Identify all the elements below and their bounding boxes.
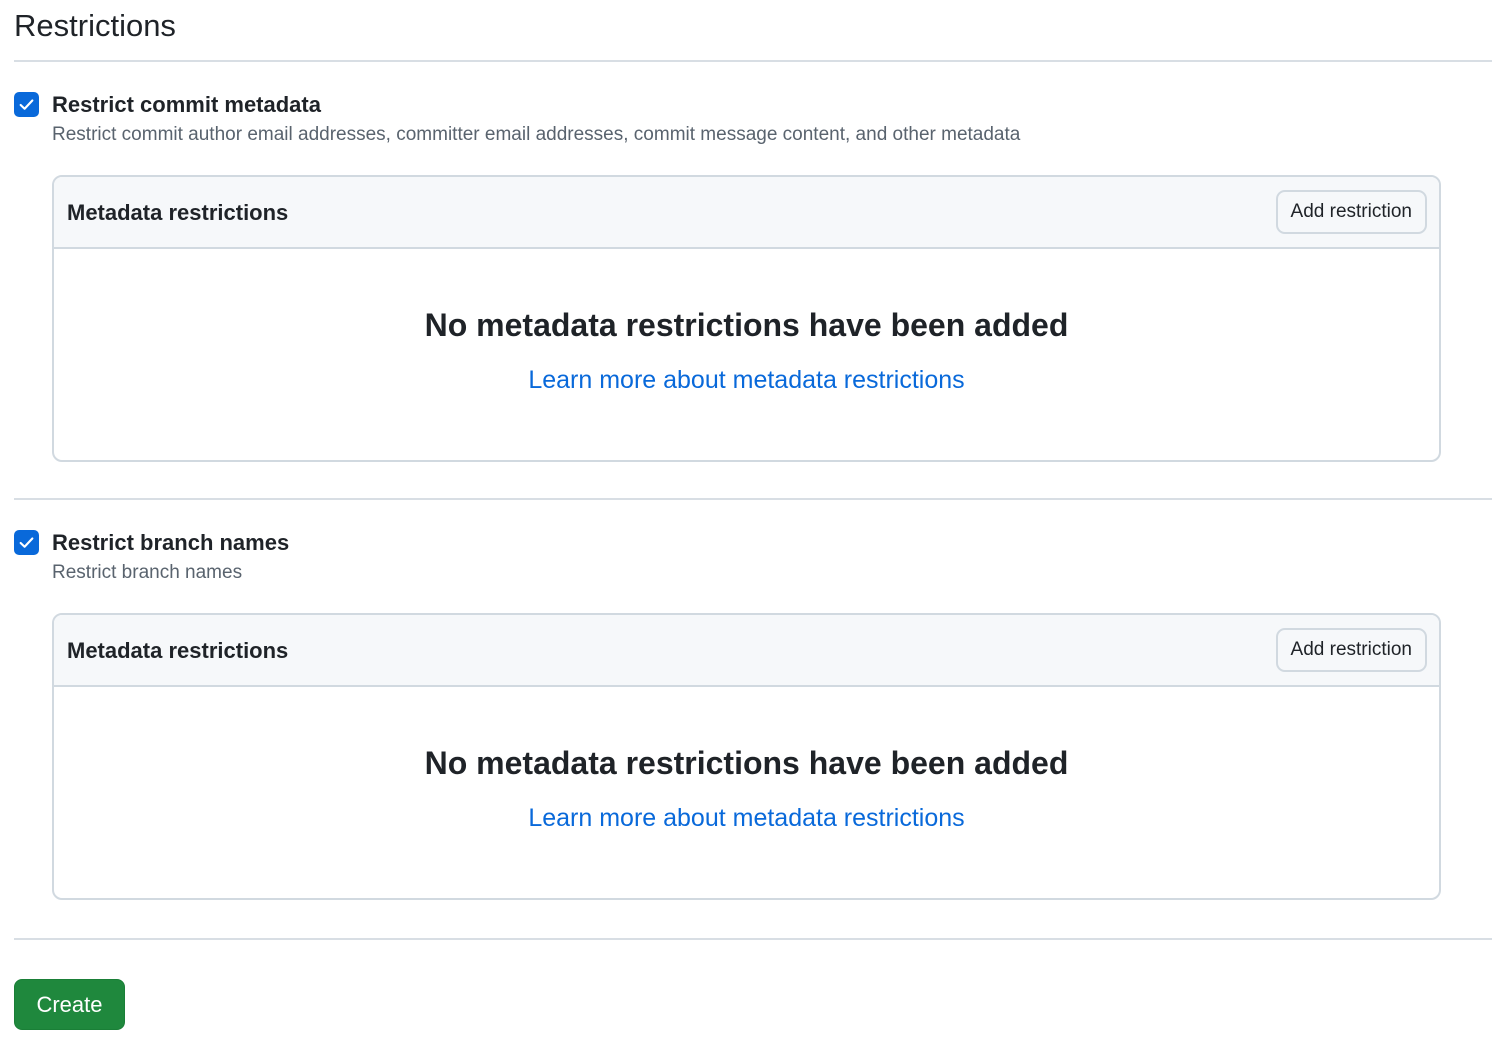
rule-restrict-branch-names: Restrict branch names Restrict branch na… [14, 528, 1492, 900]
footer-divider [14, 938, 1492, 940]
box-header: Metadata restrictions Add restriction [54, 177, 1439, 249]
rule-description: Restrict commit author email addresses, … [52, 124, 1021, 145]
empty-state-title: No metadata restrictions have been added [424, 745, 1069, 781]
restrict-commit-metadata-checkbox[interactable] [14, 92, 39, 117]
checkmark-icon [19, 99, 34, 110]
title-divider [14, 60, 1492, 62]
empty-state: No metadata restrictions have been added… [54, 687, 1439, 898]
learn-more-wrapper: Learn more about metadata restrictions [54, 363, 1439, 397]
add-restriction-button[interactable]: Add restriction [1275, 628, 1427, 672]
rule-label: Restrict commit metadata [52, 92, 321, 117]
restrictions-page: Restrictions Restrict commit metadata Re… [0, 0, 1500, 1042]
section-divider [14, 498, 1492, 500]
box-title: Metadata restrictions [67, 200, 289, 225]
rule-description: Restrict branch names [52, 562, 243, 583]
rule-label: Restrict branch names [52, 530, 290, 555]
empty-state-title: No metadata restrictions have been added [424, 307, 1069, 343]
restrict-branch-names-checkbox[interactable] [14, 530, 39, 555]
box-title: Metadata restrictions [67, 638, 289, 663]
metadata-restrictions-box: Metadata restrictions Add restriction No… [52, 175, 1441, 462]
empty-state: No metadata restrictions have been added… [54, 249, 1439, 460]
page-title: Restrictions [14, 8, 176, 43]
learn-more-link[interactable]: Learn more about metadata restrictions [528, 804, 964, 832]
learn-more-wrapper: Learn more about metadata restrictions [54, 801, 1439, 835]
add-restriction-button[interactable]: Add restriction [1275, 190, 1427, 234]
create-button[interactable]: Create [14, 979, 125, 1030]
checkmark-icon [19, 537, 34, 548]
rule-header: Restrict commit metadata [14, 90, 1492, 120]
learn-more-link[interactable]: Learn more about metadata restrictions [528, 366, 964, 394]
metadata-restrictions-box: Metadata restrictions Add restriction No… [52, 613, 1441, 900]
rule-header: Restrict branch names [14, 528, 1492, 558]
rule-restrict-commit-metadata: Restrict commit metadata Restrict commit… [14, 90, 1492, 462]
box-header: Metadata restrictions Add restriction [54, 615, 1439, 687]
